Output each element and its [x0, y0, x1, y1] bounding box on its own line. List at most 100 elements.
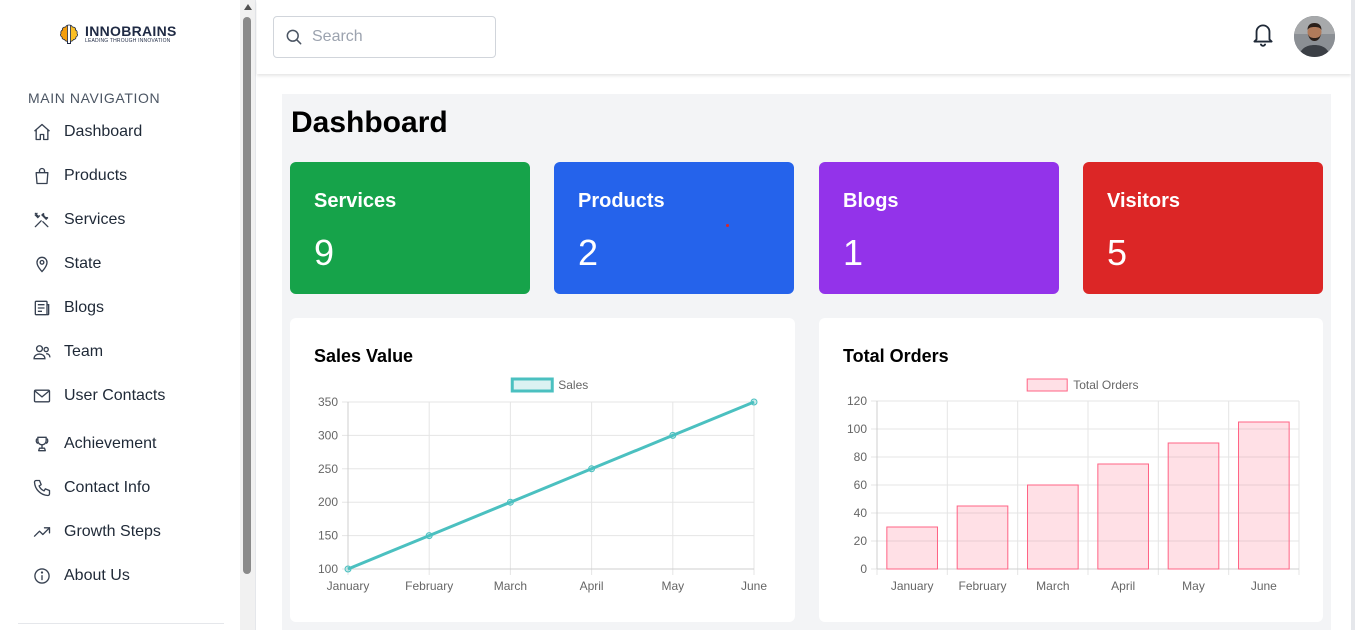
x-tick-label: May [1182, 579, 1205, 593]
products-stat-card[interactable]: Products 2 [554, 162, 794, 294]
bar [886, 526, 938, 570]
sidebar-item-user-contacts[interactable]: User Contacts [32, 374, 232, 418]
shopping-bag-icon [32, 166, 52, 186]
scroll-up-arrow-icon[interactable] [244, 4, 252, 10]
search-box[interactable] [273, 16, 496, 58]
notifications-bell-icon[interactable] [1250, 20, 1276, 48]
total-orders-panel: 0 20 40 60 80 100 120 January February March April… [819, 318, 1323, 622]
y-tick-label: 350 [318, 395, 338, 409]
newspaper-icon [32, 298, 52, 318]
sidebar-item-state[interactable]: State [32, 242, 232, 286]
sidebar-item-label: Team [64, 343, 104, 360]
user-avatar[interactable] [1294, 16, 1335, 57]
sidebar-item-contact-info[interactable]: Contact Info [32, 466, 232, 510]
x-tick-label: March [1036, 579, 1069, 593]
card-title: Blogs [843, 190, 899, 212]
card-value: 9 [314, 232, 335, 273]
sidebar-item-label: Products [64, 167, 128, 184]
card-title: Products [578, 190, 665, 212]
search-icon [286, 29, 302, 45]
sidebar-item-label: Achievement [64, 435, 157, 452]
bar [956, 505, 1009, 570]
sidebar-item-label: Growth Steps [64, 523, 161, 540]
legend-label: Total Orders [1073, 378, 1138, 392]
users-icon [32, 342, 52, 362]
main-content: Dashboard Services 9 Products 2 Blogs 1 … [282, 94, 1331, 630]
data-point [506, 498, 514, 506]
phone-icon [32, 478, 52, 498]
x-tick-label: May [661, 579, 684, 593]
data-point [344, 565, 352, 573]
sales-value-panel: 100 150 200 250 300 350 January February March Ap… [290, 318, 795, 622]
y-tick-label: 80 [854, 450, 868, 464]
y-tick-label: 150 [318, 529, 338, 543]
trending-up-icon [32, 522, 52, 542]
y-tick-label: 0 [860, 562, 867, 576]
x-tick-label: June [1251, 579, 1277, 593]
sidebar-item-team[interactable]: Team [32, 330, 232, 374]
sidebar-item-growth-steps[interactable]: Growth Steps [32, 510, 232, 554]
brain-logo-icon [60, 24, 78, 44]
y-tick-label: 40 [854, 506, 868, 520]
sidebar-item-label: About Us [64, 567, 130, 584]
y-tick-label: 100 [847, 422, 867, 436]
x-tick-label: February [958, 579, 1006, 593]
sidebar-divider [18, 623, 224, 624]
page-scrollbar[interactable] [1351, 0, 1355, 630]
x-tick-label: January [327, 579, 370, 593]
trophy-icon [32, 434, 52, 454]
x-tick-label: March [494, 579, 527, 593]
data-point [425, 532, 433, 540]
sidebar-item-dashboard[interactable]: Dashboard [32, 110, 232, 154]
sidebar-item-label: Dashboard [64, 123, 143, 140]
scroll-thumb[interactable] [243, 17, 251, 574]
mail-icon [32, 386, 52, 406]
x-tick-label: June [741, 579, 767, 593]
panel-title: Sales Value [314, 346, 414, 366]
y-tick-label: 200 [318, 495, 338, 509]
y-tick-label: 120 [847, 394, 867, 408]
visitors-stat-card[interactable]: Visitors 5 [1083, 162, 1323, 294]
blogs-stat-card[interactable]: Blogs 1 [819, 162, 1059, 294]
card-value: 1 [843, 232, 864, 273]
sidebar-item-achievement[interactable]: Achievement [32, 422, 232, 466]
card-value: 2 [578, 232, 599, 273]
y-tick-label: 60 [854, 478, 868, 492]
sidebar-item-blogs[interactable]: Blogs [32, 286, 232, 330]
x-tick-label: January [891, 579, 934, 593]
sidebar-item-label: Contact Info [64, 479, 151, 496]
bar [1167, 442, 1220, 570]
brand-tagline: LEADING THROUGH INNOVATION [85, 38, 171, 44]
sidebar-item-label: State [64, 255, 102, 272]
data-point [588, 465, 596, 473]
nav-heading: MAIN NAVIGATION [28, 90, 161, 106]
y-tick-label: 300 [318, 428, 338, 442]
info-icon [32, 566, 52, 586]
services-stat-card[interactable]: Services 9 [290, 162, 530, 294]
legend-swatch [510, 377, 554, 393]
bar [1027, 484, 1079, 570]
sidebar-item-label: Blogs [64, 299, 105, 316]
y-tick-label: 100 [318, 562, 338, 576]
sidebar-item-services[interactable]: Services [32, 198, 232, 242]
search-input[interactable] [312, 28, 482, 46]
x-tick-label: February [405, 579, 453, 593]
sidebar-item-about-us[interactable]: About Us [32, 554, 232, 598]
y-tick-label: 250 [318, 462, 338, 476]
sidebar-scrollbar[interactable] [240, 0, 256, 630]
sidebar-item-products[interactable]: Products [32, 154, 232, 198]
series-line [347, 400, 755, 571]
x-tick-label: April [580, 579, 604, 593]
home-icon [32, 122, 52, 142]
sidebar: INNOBRAINS LEADING THROUGH INNOVATION MA… [0, 0, 240, 630]
y-tick-label: 20 [854, 534, 868, 548]
sidebar-item-label: Services [64, 211, 126, 228]
bar [1238, 421, 1290, 570]
legend-swatch [1026, 378, 1068, 392]
bar [1097, 463, 1149, 570]
brand-logo[interactable]: INNOBRAINS LEADING THROUGH INNOVATION [57, 22, 177, 46]
card-value: 5 [1107, 232, 1128, 273]
x-tick-label: April [1111, 579, 1135, 593]
panel-title: Total Orders [843, 346, 949, 366]
map-pin-icon [32, 254, 52, 274]
